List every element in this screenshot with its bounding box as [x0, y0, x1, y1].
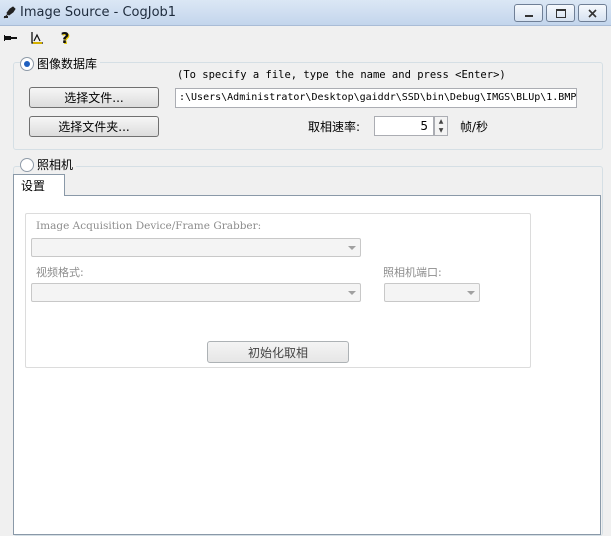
- radio-button[interactable]: [20, 56, 34, 71]
- chevron-down-icon: [348, 246, 356, 250]
- maximize-icon: [555, 8, 566, 18]
- close-button[interactable]: [578, 4, 607, 22]
- acquisition-rate-unit: 帧/秒: [460, 120, 489, 134]
- device-select[interactable]: [31, 238, 361, 257]
- acquisition-rate-spinner[interactable]: ▲ ▼: [434, 116, 448, 136]
- camera-radio[interactable]: 照相机: [20, 156, 77, 173]
- minimize-icon: [524, 15, 533, 17]
- maximize-button[interactable]: [546, 4, 575, 22]
- help-icon[interactable]: ?: [56, 29, 74, 47]
- image-database-label: 图像数据库: [34, 55, 101, 72]
- video-format-label: 视频格式:: [36, 266, 84, 279]
- radio-selected-dot: [24, 60, 30, 67]
- device-label: Image Acquisition Device/Frame Grabber:: [36, 220, 262, 232]
- image-database-radio[interactable]: 图像数据库: [20, 55, 101, 72]
- minimize-button[interactable]: [514, 4, 543, 22]
- chevron-down-icon: [467, 291, 475, 295]
- close-icon: [588, 8, 597, 18]
- spin-up-icon[interactable]: ▲: [435, 117, 447, 126]
- tab-settings[interactable]: 设置: [13, 174, 65, 196]
- camera-port-select[interactable]: [384, 283, 480, 302]
- acquisition-rate-input[interactable]: 5: [374, 116, 434, 136]
- camera-label: 照相机: [34, 156, 77, 173]
- select-folder-button[interactable]: 选择文件夹...: [29, 116, 159, 137]
- spin-down-icon[interactable]: ▼: [435, 126, 447, 135]
- toolbar: ?: [0, 27, 611, 49]
- acquisition-rate-label: 取相速率:: [308, 120, 361, 134]
- properties-icon[interactable]: [28, 29, 46, 47]
- select-file-button[interactable]: 选择文件...: [29, 87, 159, 108]
- file-hint-text: (To specify a file, type the name and pr…: [177, 69, 506, 81]
- initialize-acquisition-button[interactable]: 初始化取相: [207, 341, 349, 363]
- title-bar[interactable]: Image Source - CogJob1: [0, 0, 611, 26]
- chevron-down-icon: [348, 291, 356, 295]
- camera-port-label: 照相机端口:: [383, 266, 442, 279]
- file-path-input[interactable]: :\Users\Administrator\Desktop\gaiddr\SSD…: [175, 88, 577, 108]
- window-title: Image Source - CogJob1: [20, 5, 177, 20]
- video-format-select[interactable]: [31, 283, 361, 302]
- pin-icon[interactable]: [2, 29, 20, 47]
- radio-button[interactable]: [20, 157, 34, 172]
- app-icon: [3, 5, 17, 19]
